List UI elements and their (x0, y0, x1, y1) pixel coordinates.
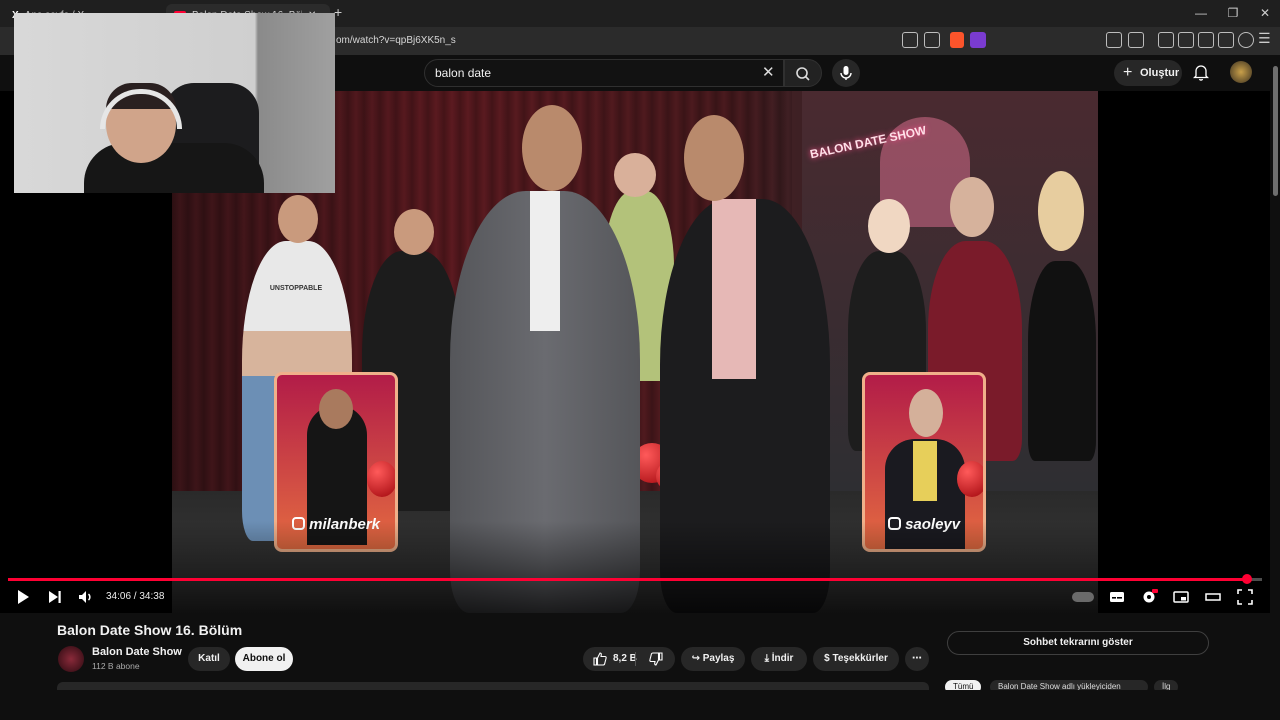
thanks-button[interactable]: $ Teşekkürler (813, 647, 899, 671)
like-dislike-group: 8,2 B (583, 647, 675, 671)
host-left-head (522, 105, 582, 191)
account-avatar[interactable] (1230, 61, 1252, 83)
screenshot-icon[interactable] (1128, 32, 1144, 48)
share-button[interactable]: ↪ Paylaş (681, 647, 745, 671)
tshirt-print: UNSTOPPABLE (269, 285, 323, 292)
video-title: Balon Date Show 16. Bölüm (57, 622, 243, 638)
music-icon[interactable] (1158, 32, 1174, 48)
more-actions-button[interactable]: ⋯ (905, 647, 929, 671)
volume-icon (79, 591, 91, 603)
subscribe-button[interactable]: Abone ol (235, 647, 293, 671)
contestant-2-head (394, 209, 434, 255)
settings-button[interactable] (1140, 588, 1158, 606)
gear-icon (1143, 589, 1158, 603)
channel-name[interactable]: Balon Date Show (92, 646, 182, 658)
progress-bar-played (8, 578, 1247, 581)
share-page-icon[interactable] (924, 32, 940, 48)
theater-mode-button[interactable] (1204, 588, 1222, 606)
description-box[interactable] (57, 682, 929, 690)
notifications-bell-icon[interactable] (1192, 63, 1210, 81)
like-button[interactable]: 8,2 B (593, 647, 637, 671)
share-label: Paylaş (702, 653, 735, 664)
card-balloon (367, 461, 395, 497)
host-right-head (684, 115, 744, 201)
contestant-5-head (950, 177, 994, 237)
show-chat-replay-button[interactable]: Sohbet tekrarını göster (947, 631, 1209, 655)
autoplay-toggle[interactable] (1072, 592, 1094, 602)
maximize-button[interactable]: ❐ (1218, 4, 1248, 22)
menu-icon[interactable]: ☰ (1258, 30, 1271, 47)
new-tab-button[interactable]: + (334, 4, 342, 20)
host-left-shirt (530, 191, 560, 331)
plus-icon: + (1123, 64, 1133, 81)
volume-button[interactable] (77, 588, 95, 606)
url-field[interactable]: om/watch?v=qpBj6XK5n_s (336, 31, 456, 51)
share-icon: ↪ (691, 653, 700, 664)
search-icon (796, 67, 810, 81)
host-right-shirt (712, 199, 756, 379)
fullscreen-button[interactable] (1236, 588, 1254, 606)
create-button[interactable]: + Oluştur (1114, 60, 1182, 86)
thanks-label: Teşekkürler (832, 653, 888, 664)
bottom-blank-area (0, 690, 1280, 720)
leo-ai-icon[interactable] (1218, 32, 1234, 48)
dislike-button[interactable] (649, 647, 663, 681)
webcam-overlay (14, 13, 335, 193)
streamer-body (84, 143, 264, 193)
minimize-button[interactable]: — (1186, 4, 1216, 22)
super-thanks-icon: $ (824, 653, 830, 664)
subscriber-count: 112 B abone (92, 661, 140, 671)
play-button[interactable] (14, 588, 32, 606)
next-icon (49, 591, 61, 603)
join-button[interactable]: Katıl (188, 647, 230, 671)
vpn-icon[interactable] (1238, 32, 1254, 48)
search-button[interactable] (784, 59, 822, 87)
wallet-icon[interactable] (1198, 32, 1214, 48)
brave-rewards-icon[interactable] (970, 32, 986, 48)
download-button[interactable]: ⤓ İndir (751, 647, 807, 671)
clear-search-icon[interactable]: ✕ (762, 63, 775, 81)
card-portrait-shirt (913, 441, 937, 501)
fullscreen-icon (1237, 589, 1253, 605)
thumbs-up-icon (593, 652, 607, 666)
contestant-1-head (278, 195, 318, 243)
create-label: Oluştur (1140, 67, 1180, 79)
theater-icon (1205, 593, 1221, 601)
sidebar-icon[interactable] (1178, 32, 1194, 48)
microphone-icon (840, 66, 852, 80)
subtitles-button[interactable] (1108, 588, 1126, 606)
card-portrait-head (319, 389, 353, 429)
next-button[interactable] (46, 588, 64, 606)
brave-shield-icon[interactable] (950, 32, 964, 48)
download-icon: ⤓ (764, 653, 769, 664)
subtitles-icon (1110, 592, 1124, 602)
more-icon: ⋯ (912, 653, 922, 664)
extensions-icon[interactable] (1106, 32, 1122, 48)
miniplayer-button[interactable] (1172, 588, 1190, 606)
contestant-3-head (614, 153, 656, 197)
contestant-6-head (1038, 171, 1084, 251)
contestant-4-head (868, 199, 910, 253)
card-balloon (957, 461, 983, 497)
scrollbar-thumb[interactable] (1273, 66, 1278, 196)
cast-icon[interactable] (902, 32, 918, 48)
download-label: İndir (771, 653, 794, 664)
thumbs-down-icon (649, 652, 663, 666)
miniplayer-icon (1173, 591, 1189, 603)
like-count: 8,2 B (613, 653, 637, 664)
search-input[interactable]: balon date (424, 59, 784, 87)
time-display: 34:06 / 34:38 (106, 591, 165, 602)
progress-scrubber[interactable] (1242, 574, 1252, 584)
voice-search-button[interactable] (832, 59, 860, 87)
like-divider (635, 652, 636, 666)
channel-avatar[interactable] (58, 646, 84, 672)
card-portrait-head (909, 389, 943, 437)
contestant-6 (1028, 261, 1096, 461)
play-icon (18, 590, 29, 604)
close-window-button[interactable]: ✕ (1250, 4, 1280, 22)
